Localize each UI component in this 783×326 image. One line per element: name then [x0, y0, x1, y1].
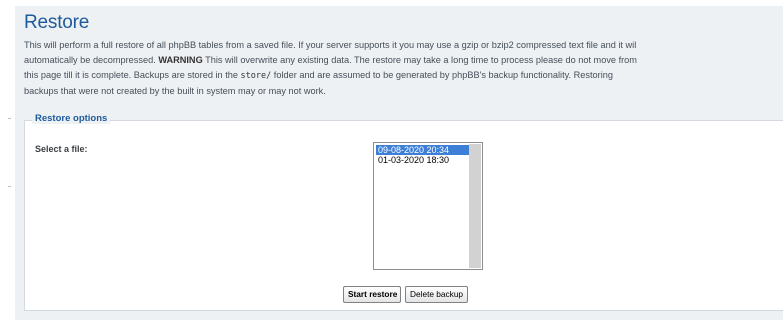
start-restore-button[interactable]: Start restore	[343, 286, 401, 303]
delete-backup-button[interactable]: Delete backup	[405, 286, 468, 303]
description-line: this page till it is complete. Backups a…	[24, 68, 783, 84]
sidebar-edge-mark	[8, 186, 11, 187]
description-text: folder and are assumed to be generated b…	[271, 70, 613, 80]
backup-file-option[interactable]: 09-08-2020 20:34	[376, 145, 470, 155]
backup-file-select[interactable]: 09-08-2020 20:34 01-03-2020 18:30	[373, 142, 483, 270]
page-description: This will perform a full restore of all …	[24, 38, 783, 99]
select-file-label: Select a file:	[35, 144, 88, 154]
description-text: This will overwrite any existing data. T…	[202, 55, 637, 65]
restore-options-legend: Restore options	[32, 113, 111, 124]
store-folder-code: store/	[240, 71, 272, 81]
backup-file-option[interactable]: 01-03-2020 18:30	[376, 155, 470, 165]
sidebar-edge-mark	[8, 118, 11, 119]
description-text: this page till it is complete. Backups a…	[24, 70, 241, 80]
description-line: backups that were not created by the bui…	[24, 86, 326, 96]
description-line: automatically be decompressed. WARNING T…	[24, 53, 783, 68]
backup-file-options: 09-08-2020 20:34 01-03-2020 18:30	[376, 145, 470, 165]
warning-label: WARNING	[158, 55, 203, 65]
description-line: This will perform a full restore of all …	[24, 40, 637, 50]
select-scrollbar[interactable]	[469, 144, 481, 268]
page-title: Restore	[24, 12, 90, 33]
description-text: automatically be decompressed.	[24, 55, 159, 65]
restore-page: Restore This will perform a full restore…	[0, 0, 783, 326]
